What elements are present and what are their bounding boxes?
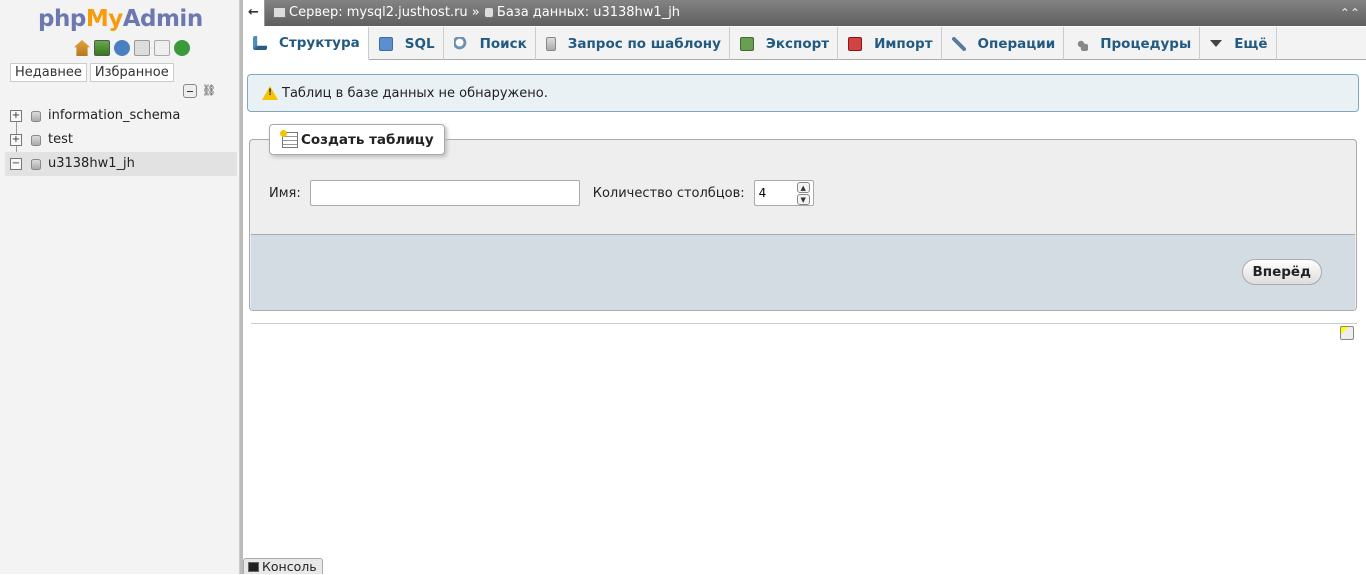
tab-label: Процедуры: [1100, 35, 1192, 52]
page-settings-icon[interactable]: [1340, 326, 1354, 340]
tab-sql[interactable]: SQL: [369, 27, 444, 60]
divider: [251, 323, 1357, 324]
database-name[interactable]: test: [48, 132, 73, 147]
docs-icon[interactable]: [134, 40, 150, 56]
tab-label: Операции: [977, 35, 1056, 52]
expand-icon[interactable]: +: [10, 134, 22, 146]
logo-my-text: My: [85, 6, 123, 32]
query-icon: [545, 36, 556, 51]
link-with-main-icon[interactable]: ⛓: [202, 84, 216, 98]
logo-php-text: php: [38, 6, 86, 32]
structure-icon: [253, 36, 267, 50]
nav-resizer-handle[interactable]: [240, 0, 243, 574]
back-arrow-icon[interactable]: ←: [243, 0, 265, 26]
database-icon: [31, 135, 41, 146]
columns-count-field: ▲ ▼: [753, 180, 814, 206]
logo-admin-text: Admin: [122, 6, 204, 32]
tab-search[interactable]: Поиск: [444, 27, 536, 60]
chevron-down-icon: [1210, 40, 1223, 47]
columns-count-input[interactable]: [754, 181, 793, 205]
export-icon: [739, 36, 754, 51]
procedures-icon: [1074, 36, 1089, 51]
import-icon: [848, 36, 863, 51]
reload-icon[interactable]: [174, 40, 190, 56]
database-icon: [483, 7, 494, 18]
top-header-bar: ← Сервер: mysql2.justhost.ru » База данн…: [243, 0, 1366, 26]
database-item-information-schema[interactable]: + information_schema: [5, 104, 237, 128]
database-tree: + information_schema + test − u3138hw1_j…: [5, 104, 237, 176]
database-item-u3138hw1-jh[interactable]: − u3138hw1_jh: [5, 152, 237, 176]
breadcrumb-server[interactable]: Сервер: mysql2.justhost.ru: [289, 5, 468, 20]
exit-icon[interactable]: [94, 40, 110, 56]
breadcrumb: Сервер: mysql2.justhost.ru » База данных…: [273, 0, 680, 26]
breadcrumb-database[interactable]: База данных: u3138hw1_jh: [497, 5, 680, 20]
collapse-icon[interactable]: −: [10, 158, 22, 170]
main-tabs: Структура SQL Поиск Запрос по шаблону Эк…: [243, 27, 1366, 60]
notice-message: Таблиц в базе данных не обнаружено.: [247, 74, 1359, 112]
tab-label: Запрос по шаблону: [567, 35, 721, 52]
console-icon: [248, 561, 259, 572]
favorites-tab[interactable]: Избранное: [89, 63, 174, 82]
fieldset-footer: Вперёд: [251, 234, 1355, 310]
legend-text: Создать таблицу: [301, 131, 434, 148]
database-name[interactable]: u3138hw1_jh: [48, 156, 135, 171]
go-button[interactable]: Вперёд: [1241, 259, 1322, 285]
nav-tabs: Недавнее Избранное: [10, 63, 174, 82]
tab-operations[interactable]: Операции: [942, 27, 1065, 60]
phpmyadmin-logo[interactable]: phpMyAdmin: [38, 4, 203, 34]
create-table-fieldset: Вперёд: [249, 139, 1357, 311]
sql-docs-icon[interactable]: [154, 40, 170, 56]
console-toggle[interactable]: Консоль: [243, 558, 323, 574]
create-table-form-row: Имя: Количество столбцов: ▲ ▼: [269, 180, 814, 206]
database-icon: [31, 111, 41, 122]
tab-label: Структура: [279, 35, 360, 51]
tab-more[interactable]: Ещё: [1200, 27, 1277, 60]
table-name-input[interactable]: [309, 180, 580, 206]
database-name[interactable]: information_schema: [48, 108, 180, 123]
new-table-icon: [280, 129, 298, 148]
nav-icon-bar: [74, 40, 190, 56]
spin-down-icon[interactable]: ▼: [796, 194, 810, 205]
tab-label: Поиск: [479, 35, 527, 52]
spin-up-icon[interactable]: ▲: [796, 182, 810, 193]
search-icon: [453, 36, 468, 51]
tab-label: Импорт: [874, 35, 933, 52]
sql-icon: [378, 36, 393, 51]
wrench-icon: [951, 36, 966, 51]
tab-query[interactable]: Запрос по шаблону: [536, 27, 730, 60]
tab-label: SQL: [404, 35, 435, 52]
tab-label: Ещё: [1234, 35, 1268, 52]
notice-text: Таблиц в базе данных не обнаружено.: [282, 85, 548, 101]
recent-tab[interactable]: Недавнее: [10, 63, 87, 82]
database-item-test[interactable]: + test: [5, 128, 237, 152]
server-icon: [273, 7, 286, 18]
tab-procedures[interactable]: Процедуры: [1064, 27, 1201, 60]
warning-icon: [262, 86, 278, 100]
database-icon: [31, 159, 41, 170]
collapse-all-button[interactable]: [183, 84, 197, 98]
console-label: Консоль: [262, 558, 317, 574]
help-icon[interactable]: [114, 40, 130, 56]
columns-label: Количество столбцов:: [592, 185, 745, 201]
navigation-panel: phpMyAdmin Недавнее Избранное ⛓ + inform…: [0, 0, 240, 574]
tab-import[interactable]: Импорт: [838, 27, 942, 60]
home-icon[interactable]: [74, 40, 90, 56]
create-table-legend: Создать таблицу: [269, 124, 445, 155]
expand-icon[interactable]: +: [10, 110, 22, 122]
breadcrumb-separator: »: [471, 5, 480, 20]
name-label: Имя:: [269, 185, 301, 201]
tab-label: Экспорт: [765, 35, 830, 52]
tab-export[interactable]: Экспорт: [730, 27, 839, 60]
tab-structure[interactable]: Структура: [243, 27, 369, 60]
collapse-header-icon[interactable]: ⌃⌃: [1340, 0, 1360, 26]
